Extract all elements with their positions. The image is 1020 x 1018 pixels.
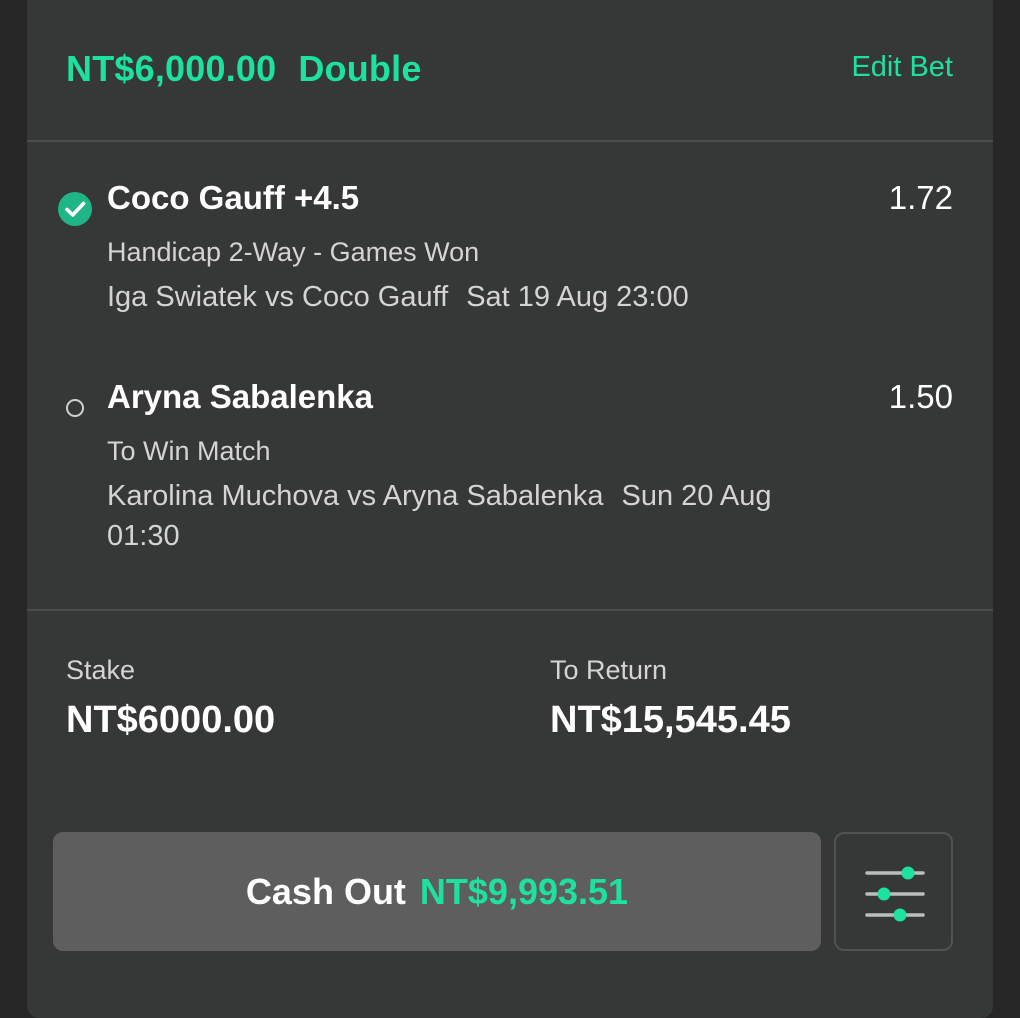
bet-header: NT$6,000.00 Double Edit Bet bbox=[27, 0, 993, 142]
selection-odds: 1.72 bbox=[888, 179, 953, 216]
stake-value: NT$6000.00 bbox=[66, 699, 276, 741]
cash-out-button[interactable]: Cash Out NT$9,993.51 bbox=[53, 832, 821, 951]
edit-bet-link[interactable]: Edit Bet bbox=[851, 51, 953, 84]
check-circle-icon bbox=[58, 192, 92, 226]
selection-event: Iga Swiatek vs Coco Gauff Sat 19 Aug 23:0… bbox=[107, 277, 787, 317]
sliders-icon bbox=[865, 866, 925, 922]
event-teams: Iga Swiatek vs Coco Gauff bbox=[107, 281, 449, 313]
event-datetime: Sat 19 Aug 23:00 bbox=[466, 281, 689, 313]
event-teams: Karolina Muchova vs Aryna Sabalenka bbox=[107, 480, 604, 512]
bet-card: NT$6,000.00 Double Edit Bet Coco Gauff +4… bbox=[27, 0, 993, 1018]
bet-title: NT$6,000.00 Double bbox=[66, 48, 422, 90]
cash-out-amount: NT$9,993.51 bbox=[419, 870, 629, 912]
selection-event: Karolina Muchova vs Aryna Sabalenka Sun 2… bbox=[107, 476, 787, 556]
cash-out-label: Cash Out bbox=[245, 870, 406, 912]
stake-label: Stake bbox=[66, 655, 136, 685]
return-value: NT$15,545.45 bbox=[550, 699, 791, 741]
selection-name: Coco Gauff +4.5 bbox=[107, 179, 360, 216]
selection-name: Aryna Sabalenka bbox=[107, 378, 373, 415]
return-label: To Return bbox=[550, 655, 668, 685]
bet-type: Double bbox=[298, 48, 422, 89]
header-divider bbox=[27, 140, 993, 142]
selection-market: To Win Match bbox=[107, 436, 271, 466]
circle-outline-icon bbox=[66, 399, 84, 417]
selection-odds: 1.50 bbox=[888, 378, 953, 415]
cash-out-settings-button[interactable] bbox=[834, 832, 953, 951]
selection-market: Handicap 2-Way - Games Won bbox=[107, 237, 480, 267]
summary-divider bbox=[27, 609, 993, 611]
bet-stake-amount: NT$6,000.00 bbox=[66, 48, 277, 89]
